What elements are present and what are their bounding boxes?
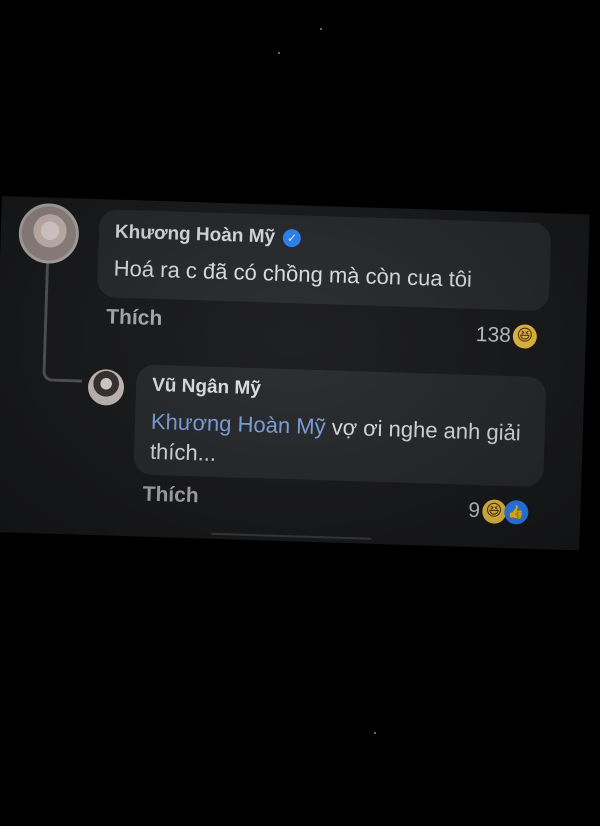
reaction-count: 138 xyxy=(475,322,512,348)
comment-text: Hoá ra c đã có chồng mà còn cua tôi xyxy=(113,255,473,292)
comment-author[interactable]: Khương Hoàn Mỹ ✓ xyxy=(115,222,535,257)
comment-thread-panel: Khương Hoàn Mỹ ✓ Hoá ra c đã có chồng mà… xyxy=(0,196,590,551)
avatar[interactable] xyxy=(17,202,80,265)
like-button[interactable]: Thích xyxy=(106,305,163,331)
mention-link[interactable]: Khương Hoàn Mỹ xyxy=(151,409,326,439)
reply-reaction-summary[interactable]: 9 😆 👍 xyxy=(467,498,529,525)
like-reaction-icon: 👍 xyxy=(503,499,529,525)
verified-badge-icon: ✓ xyxy=(282,228,302,248)
dust-speck xyxy=(320,28,322,30)
reply-like-button[interactable]: Thích xyxy=(142,483,199,509)
comment-author-name[interactable]: Khương Hoàn Mỹ xyxy=(115,222,276,249)
dust-speck xyxy=(374,732,376,734)
dust-speck xyxy=(278,52,280,54)
haha-reaction-icon: 😆 xyxy=(481,499,507,524)
reply-reaction-count: 9 xyxy=(467,498,481,523)
comment-bubble: Khương Hoàn Mỹ ✓ Hoá ra c đã có chồng mà… xyxy=(96,209,552,312)
divider xyxy=(211,532,372,540)
reply-bubble: Vũ Ngân Mỹ Khương Hoàn Mỹ vợ ơi nghe anh… xyxy=(133,364,547,488)
haha-reaction-icon: 😆 xyxy=(512,324,538,349)
reply-author-name[interactable]: Vũ Ngân Mỹ xyxy=(152,375,531,409)
reply-text: Khương Hoàn Mỹ vợ ơi nghe anh giải thích… xyxy=(150,407,530,479)
reaction-summary[interactable]: 138 😆 xyxy=(475,322,538,349)
reply-thread-connector xyxy=(42,263,86,383)
reply-avatar[interactable] xyxy=(87,368,125,406)
photo-of-screen: Khương Hoàn Mỹ ✓ Hoá ra c đã có chồng mà… xyxy=(0,0,600,826)
